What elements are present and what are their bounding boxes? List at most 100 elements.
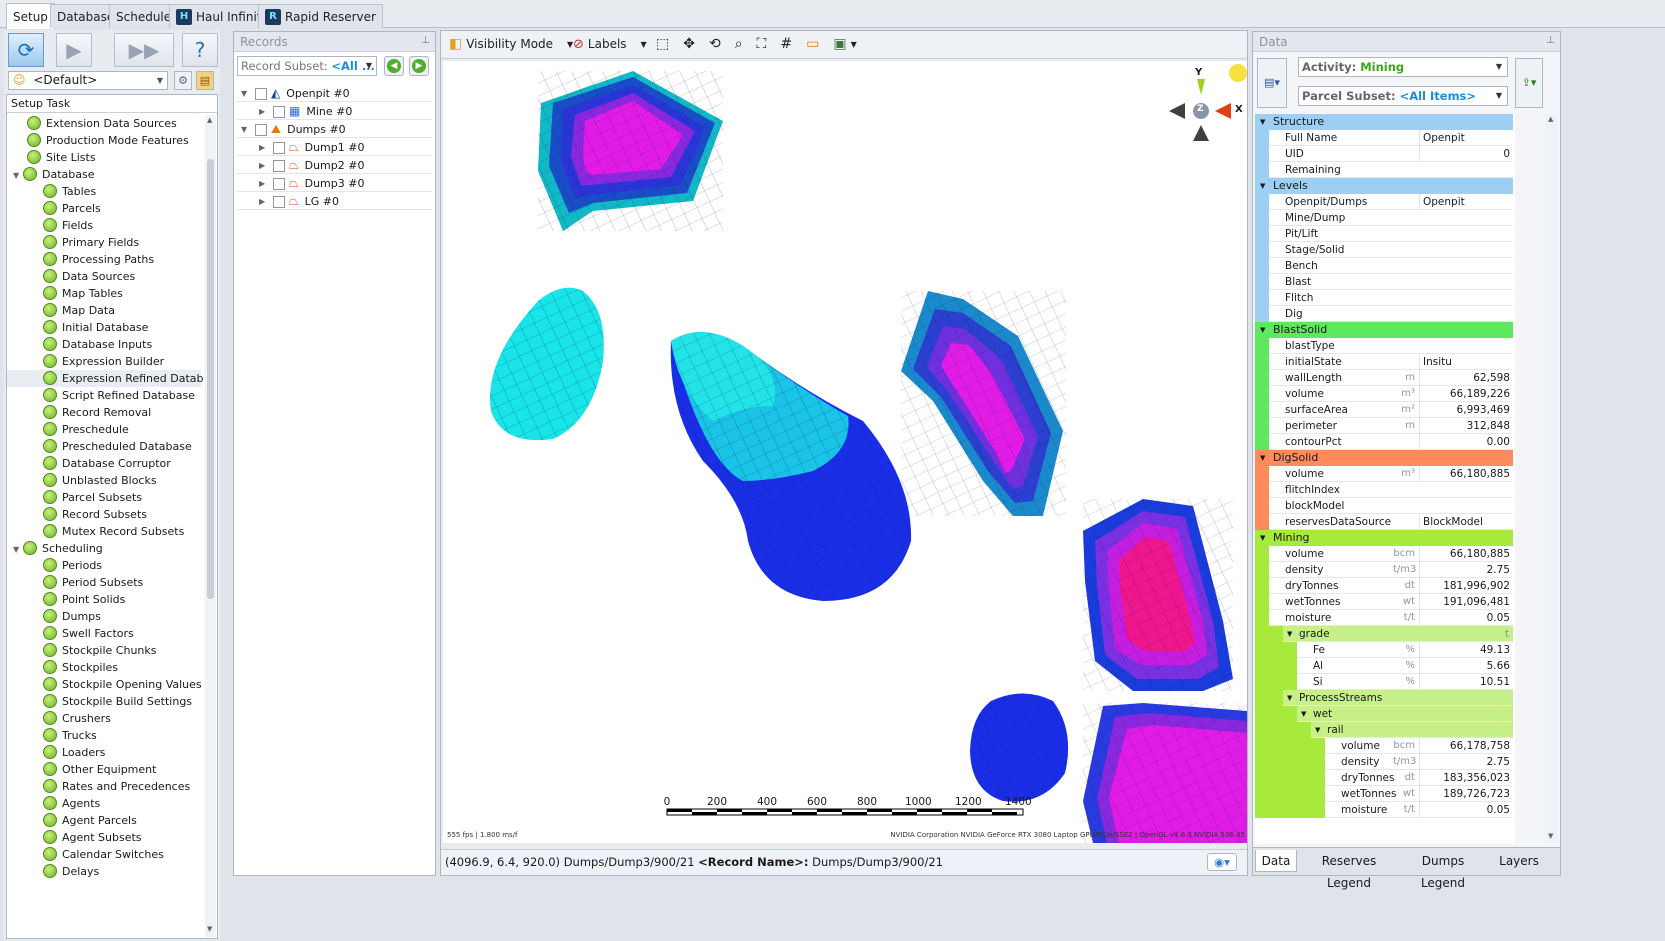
previous-record-button[interactable]: ◀ <box>384 56 404 76</box>
3d-viewport-canvas[interactable]: Y Z X 0 200 400 600 800 1000 1200 1400 555 fps … <box>443 61 1247 843</box>
refresh-button[interactable]: ⟳ <box>8 33 44 67</box>
record-tree-item[interactable]: ▶ ⏢ Dump1 #0 <box>237 138 432 156</box>
setup-task-item[interactable]: Trucks <box>7 727 201 744</box>
field-value[interactable]: 189,726,723 <box>1419 786 1513 802</box>
field-value[interactable]: 181,996,902 <box>1419 578 1513 594</box>
setup-task-item[interactable]: Periods <box>7 557 201 574</box>
tab-schedule[interactable]: Schedule <box>109 4 179 28</box>
setup-task-item[interactable]: Fields <box>7 217 201 234</box>
data-section-header[interactable]: ▼ Levels <box>1255 178 1513 194</box>
zoom-extents-icon[interactable]: ⛶ <box>757 36 767 52</box>
field-value[interactable]: 0.00 <box>1419 434 1513 450</box>
setup-task-item[interactable]: Script Refined Database <box>7 387 201 404</box>
axis-gizmo[interactable] <box>1169 64 1247 141</box>
parcel-subset-dropdown[interactable]: Parcel Subset: <All Items> ▼ <box>1298 86 1508 106</box>
select-box-icon[interactable]: ⬚ <box>656 36 669 52</box>
record-tree-item[interactable]: ▶ ▦ Mine #0 <box>237 102 432 120</box>
setup-task-item[interactable]: Expression Refined Database <box>7 370 203 387</box>
setup-task-item[interactable]: Record Subsets <box>7 506 201 523</box>
setup-task-item[interactable]: Stockpile Chunks <box>7 642 201 659</box>
setup-task-item[interactable]: Stockpile Opening Values <box>7 676 202 693</box>
task-scrollbar[interactable]: ▲ ▼ <box>205 115 216 937</box>
field-value[interactable]: 10.51 <box>1419 674 1513 690</box>
field-value[interactable]: 6,993,469 <box>1419 402 1513 418</box>
labels-dropdown[interactable]: ⊘ Labels ▼ <box>573 34 647 54</box>
setup-task-item[interactable]: Loaders <box>7 744 201 761</box>
setup-task-item[interactable]: Site Lists <box>7 149 201 166</box>
record-tree-item[interactable]: ▶ ⏢ Dump2 #0 <box>237 156 432 174</box>
setup-task-item[interactable]: Agent Subsets <box>7 829 201 846</box>
data-section-header[interactable]: ▼ Mining <box>1255 530 1513 546</box>
field-value[interactable]: 49.13 <box>1419 642 1513 658</box>
field-value[interactable]: 0.05 <box>1419 610 1513 626</box>
data-view-button[interactable]: ▤▾ <box>1257 58 1287 108</box>
field-value[interactable]: Insitu <box>1419 354 1513 370</box>
setup-task-item[interactable]: Map Tables <box>7 285 201 302</box>
setup-task-item[interactable]: Parcels <box>7 200 201 217</box>
profile-dropdown[interactable]: ☺ <Default> ▼ <box>8 71 168 90</box>
tab-reserves-legend[interactable]: Reserves Legend <box>1301 850 1397 890</box>
tab-dumps-legend[interactable]: Dumps Legend <box>1401 850 1485 890</box>
expander-icon[interactable]: ▶ <box>259 193 269 211</box>
collapse-icon[interactable]: ▼ <box>1287 690 1292 706</box>
collapse-icon[interactable]: ▼ <box>1315 722 1320 738</box>
record-checkbox[interactable] <box>273 160 285 172</box>
field-value[interactable]: 0.05 <box>1419 802 1513 818</box>
next-record-button[interactable]: ▶ <box>409 56 429 76</box>
field-value[interactable]: 2.75 <box>1419 754 1513 770</box>
field-value[interactable]: 191,096,481 <box>1419 594 1513 610</box>
setup-task-item[interactable]: Database Inputs <box>7 336 201 353</box>
setup-task-item[interactable]: Prescheduled Database <box>7 438 201 455</box>
setup-task-item[interactable]: Agent Parcels <box>7 812 201 829</box>
setup-task-item[interactable]: Point Solids <box>7 591 201 608</box>
pan-icon[interactable]: ✥ <box>683 36 695 52</box>
collapse-icon[interactable]: ▼ <box>1260 322 1265 338</box>
data-section-header[interactable]: ▼ Structure <box>1255 114 1513 130</box>
setup-task-item[interactable]: Production Mode Features <box>7 132 201 149</box>
data-section-header[interactable]: ▼ DigSolid <box>1255 450 1513 466</box>
field-value[interactable]: 62,598 <box>1419 370 1513 386</box>
expander-icon[interactable]: ▶ <box>259 103 269 121</box>
setup-task-item[interactable]: ▼ Database <box>7 166 201 183</box>
field-value[interactable]: 183,356,023 <box>1419 770 1513 786</box>
zoom-icon[interactable]: ⌕ <box>735 36 743 52</box>
expander-icon[interactable]: ▼ <box>241 85 251 103</box>
tab-data[interactable]: Data <box>1255 850 1297 872</box>
setup-task-item[interactable]: Initial Database <box>7 319 201 336</box>
setup-task-item[interactable]: Swell Factors <box>7 625 201 642</box>
setup-task-item[interactable]: Stockpiles <box>7 659 201 676</box>
grid-icon[interactable]: # <box>780 36 792 52</box>
expander-icon[interactable]: ▼ <box>13 541 23 558</box>
record-tree-item[interactable]: ▶ ⏢ Dump3 #0 <box>237 174 432 192</box>
record-tree-item[interactable]: ▶ ⏢ LG #0 <box>237 192 432 210</box>
field-value[interactable]: BlockModel <box>1419 514 1513 530</box>
setup-task-item[interactable]: Map Data <box>7 302 201 319</box>
expander-icon[interactable]: ▶ <box>259 157 269 175</box>
fast-forward-button[interactable]: ▶▶ <box>114 33 174 67</box>
field-value[interactable]: 66,180,885 <box>1419 466 1513 482</box>
setup-task-item[interactable]: Extension Data Sources <box>7 115 201 132</box>
expander-icon[interactable]: ▼ <box>241 121 251 139</box>
expander-icon[interactable]: ▶ <box>259 175 269 193</box>
field-value[interactable]: 312,848 <box>1419 418 1513 434</box>
activity-dropdown[interactable]: Activity: Mining ▼ <box>1298 57 1508 77</box>
setup-task-item[interactable]: Delays <box>7 863 201 880</box>
field-value[interactable]: 0 <box>1419 146 1513 162</box>
record-tree-item[interactable]: ▼ ◭ Openpit #0 <box>237 84 432 102</box>
record-checkbox[interactable] <box>255 88 267 100</box>
collapse-icon[interactable]: ▼ <box>1260 530 1265 546</box>
expander-icon[interactable]: ▶ <box>259 139 269 157</box>
image-icon[interactable]: ▣ <box>833 36 846 52</box>
setup-task-item[interactable]: Expression Builder <box>7 353 201 370</box>
record-checkbox[interactable] <box>255 124 267 136</box>
collapse-icon[interactable]: ▼ <box>1260 450 1265 466</box>
setup-task-item[interactable]: Preschedule <box>7 421 201 438</box>
pin-icon[interactable]: ⊥ <box>1546 35 1555 46</box>
data-subsection-header[interactable]: ▼ wet <box>1255 706 1513 722</box>
data-scrollbar[interactable]: ▲ ▼ <box>1545 114 1557 844</box>
data-subsection-header[interactable]: ▼ grade t <box>1255 626 1513 642</box>
scrollbar-thumb[interactable] <box>207 159 214 599</box>
export-button[interactable]: ⇪▾ <box>1515 58 1543 108</box>
setup-task-item[interactable]: Unblasted Blocks <box>7 472 201 489</box>
tab-layers[interactable]: Layers <box>1489 850 1549 872</box>
